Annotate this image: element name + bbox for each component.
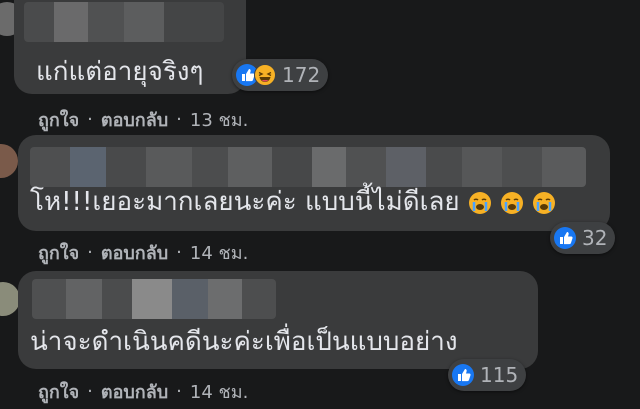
like-icon (452, 364, 474, 386)
reaction-count: 32 (582, 226, 608, 250)
like-icon (554, 227, 576, 249)
crying-face-icon (533, 191, 556, 214)
comment-text: โห!!!เยอะมากเลยนะค่ะ แบบนี้ไม่ดีเลย (30, 185, 556, 219)
commenter-name-blurred[interactable] (24, 2, 224, 42)
reaction-count: 172 (282, 63, 321, 87)
timestamp[interactable]: 13 ชม. (190, 105, 248, 134)
comment-text: แก่แต่อายุจริงๆ (36, 57, 204, 87)
comment-bubble: แก่แต่อายุจริงๆ (14, 0, 246, 94)
timestamp[interactable]: 14 ชม. (190, 377, 248, 406)
separator: · (176, 242, 182, 263)
crying-face-icon (468, 191, 491, 214)
comment-bubble: โห!!!เยอะมากเลยนะค่ะ แบบนี้ไม่ดีเลย (18, 135, 610, 231)
separator: · (176, 381, 182, 402)
comment-actions: ถูกใจ · ตอบกลับ · 14 ชม. (38, 377, 248, 406)
crying-face-icon (501, 191, 524, 214)
comment-actions: ถูกใจ · ตอบกลับ · 14 ชม. (38, 238, 248, 267)
commenter-name-blurred[interactable] (32, 279, 276, 319)
reply-link[interactable]: ตอบกลับ (101, 105, 168, 134)
timestamp[interactable]: 14 ชม. (190, 238, 248, 267)
separator: · (87, 381, 93, 402)
reply-link[interactable]: ตอบกลับ (101, 377, 168, 406)
comment-actions: ถูกใจ · ตอบกลับ · 13 ชม. (38, 105, 248, 134)
comment-text-content: โห!!!เยอะมากเลยนะค่ะ แบบนี้ไม่ดีเลย (30, 187, 460, 217)
laugh-icon (254, 64, 276, 86)
separator: · (87, 242, 93, 263)
separator: · (87, 109, 93, 130)
separator: · (176, 109, 182, 130)
commenter-avatar[interactable] (0, 144, 18, 178)
like-link[interactable]: ถูกใจ (38, 238, 79, 267)
reaction-summary[interactable]: 115 (448, 359, 527, 391)
reaction-summary[interactable]: 172 (232, 59, 329, 91)
reply-link[interactable]: ตอบกลับ (101, 238, 168, 267)
commenter-avatar[interactable] (0, 282, 20, 316)
reaction-count: 115 (480, 363, 519, 387)
like-link[interactable]: ถูกใจ (38, 377, 79, 406)
comment-bubble: น่าจะดำเนินคดีนะค่ะเพื่อเป็นแบบอย่าง (18, 271, 538, 369)
like-link[interactable]: ถูกใจ (38, 105, 79, 134)
reaction-summary[interactable]: 32 (550, 222, 616, 254)
commenter-name-blurred[interactable] (30, 147, 586, 187)
comment-text: น่าจะดำเนินคดีนะค่ะเพื่อเป็นแบบอย่าง (30, 327, 458, 357)
